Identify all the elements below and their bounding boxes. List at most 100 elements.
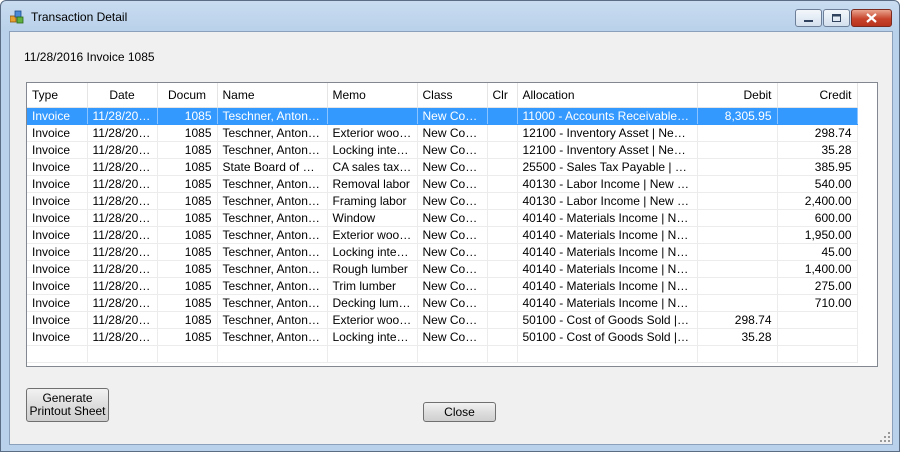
- table-row[interactable]: Invoice 11/28/2016 1085 Teschner, Anton:S..…: [27, 226, 858, 244]
- table-row[interactable]: Invoice 11/28/2016 1085 Teschner, Anton:S..…: [27, 209, 858, 227]
- cell-name: Teschner, Anton:S...: [217, 141, 328, 159]
- cell-allocation: 40140 - Materials Income | New C...: [517, 226, 698, 244]
- cell-date: 11/28/2016: [87, 243, 158, 261]
- cell-class: New Cons...: [417, 209, 488, 227]
- cell-date: 11/28/2016: [87, 192, 158, 210]
- table-row[interactable]: Invoice 11/28/2016 1085 Teschner, Anton:S..…: [27, 260, 858, 278]
- empty-cell: [327, 345, 418, 363]
- table-header-row: Type Date Docum Name Memo Class Clr Allo…: [27, 83, 858, 108]
- table-row[interactable]: Invoice 11/28/2016 1085 Teschner, Anton:S..…: [27, 124, 858, 142]
- maximize-button[interactable]: [823, 9, 850, 27]
- cell-memo: CA sales tax, ...: [327, 158, 418, 176]
- cell-debit: [697, 158, 778, 176]
- cell-credit: 385.95: [777, 158, 858, 176]
- cell-name: Teschner, Anton:S...: [217, 124, 328, 142]
- cell-credit: 1,400.00: [777, 260, 858, 278]
- empty-cell: [417, 345, 488, 363]
- dialog-body: 11/28/2016 Invoice 1085 Type Date Docum …: [9, 31, 893, 445]
- transaction-grid[interactable]: Type Date Docum Name Memo Class Clr Allo…: [26, 82, 878, 367]
- cell-credit: 540.00: [777, 175, 858, 193]
- table-row[interactable]: Invoice 11/28/2016 1085 Teschner, Anton:S..…: [27, 277, 858, 295]
- cell-memo: Exterior wood ...: [327, 311, 418, 329]
- cell-allocation: 40140 - Materials Income | New C...: [517, 277, 698, 295]
- cell-docum: 1085: [157, 124, 218, 142]
- transaction-table: Type Date Docum Name Memo Class Clr Allo…: [27, 83, 858, 363]
- cell-name: Teschner, Anton:S...: [217, 277, 328, 295]
- cell-clr: [487, 192, 518, 210]
- cell-memo: Exterior wood ...: [327, 226, 418, 244]
- cell-debit: [697, 277, 778, 295]
- cell-memo: Locking interio...: [327, 328, 418, 346]
- table-row[interactable]: Invoice 11/28/2016 1085 Teschner, Anton:S..…: [27, 141, 858, 159]
- column-header-type[interactable]: Type: [27, 83, 88, 108]
- cell-docum: 1085: [157, 141, 218, 159]
- column-header-class[interactable]: Class: [417, 83, 488, 108]
- cell-clr: [487, 328, 518, 346]
- cell-class: New Cons...: [417, 141, 488, 159]
- cell-memo: Trim lumber: [327, 277, 418, 295]
- table-row[interactable]: Invoice 11/28/2016 1085 Teschner, Anton:S..…: [27, 243, 858, 261]
- transaction-header: 11/28/2016 Invoice 1085: [24, 50, 155, 64]
- cell-allocation: 12100 - Inventory Asset | New Co...: [517, 141, 698, 159]
- cell-docum: 1085: [157, 277, 218, 295]
- cell-memo: Decking lumber: [327, 294, 418, 312]
- cell-type: Invoice: [27, 260, 88, 278]
- cell-type: Invoice: [27, 226, 88, 244]
- cell-allocation: 40140 - Materials Income | New C...: [517, 260, 698, 278]
- column-header-credit[interactable]: Credit: [777, 83, 858, 108]
- column-header-date[interactable]: Date: [87, 83, 158, 108]
- minimize-button[interactable]: [795, 9, 822, 27]
- cell-clr: [487, 141, 518, 159]
- empty-cell: [487, 345, 518, 363]
- cell-type: Invoice: [27, 141, 88, 159]
- table-row[interactable]: Invoice 11/28/2016 1085 Teschner, Anton:S..…: [27, 192, 858, 210]
- resize-grip-icon[interactable]: [880, 432, 890, 442]
- table-row[interactable]: Invoice 11/28/2016 1085 Teschner, Anton:S..…: [27, 294, 858, 312]
- cell-debit: [697, 243, 778, 261]
- empty-cell: [27, 345, 88, 363]
- table-body: Invoice 11/28/2016 1085 Teschner, Anton:S..…: [27, 107, 858, 363]
- generate-printout-sheet-button[interactable]: Generate Printout Sheet: [26, 388, 109, 422]
- table-row[interactable]: Invoice 11/28/2016 1085 State Board of Eq..…: [27, 158, 858, 176]
- title-bar[interactable]: Transaction Detail: [1, 1, 899, 31]
- cell-clr: [487, 311, 518, 329]
- column-header-clr[interactable]: Clr: [487, 83, 518, 108]
- cell-clr: [487, 260, 518, 278]
- column-header-memo[interactable]: Memo: [327, 83, 418, 108]
- cell-type: Invoice: [27, 328, 88, 346]
- table-row[interactable]: Invoice 11/28/2016 1085 Teschner, Anton:S..…: [27, 328, 858, 346]
- cell-class: New Cons...: [417, 311, 488, 329]
- cell-class: New Cons...: [417, 158, 488, 176]
- cell-clr: [487, 124, 518, 142]
- app-icon: [10, 10, 24, 24]
- cell-allocation: 25500 - Sales Tax Payable | New...: [517, 158, 698, 176]
- table-row[interactable]: Invoice 11/28/2016 1085 Teschner, Anton:S..…: [27, 175, 858, 193]
- cell-class: New Cons...: [417, 192, 488, 210]
- cell-docum: 1085: [157, 260, 218, 278]
- minimize-icon: [804, 20, 813, 22]
- column-header-docum[interactable]: Docum: [157, 83, 218, 108]
- cell-name: Teschner, Anton:S...: [217, 107, 328, 125]
- cell-credit: [777, 328, 858, 346]
- cell-clr: [487, 226, 518, 244]
- cell-credit: 1,950.00: [777, 226, 858, 244]
- cell-allocation: 40140 - Materials Income | New C...: [517, 243, 698, 261]
- column-header-debit[interactable]: Debit: [697, 83, 778, 108]
- table-row[interactable]: Invoice 11/28/2016 1085 Teschner, Anton:S..…: [27, 311, 858, 329]
- column-header-name[interactable]: Name: [217, 83, 328, 108]
- cell-debit: [697, 294, 778, 312]
- cell-type: Invoice: [27, 192, 88, 210]
- cell-date: 11/28/2016: [87, 277, 158, 295]
- cell-allocation: 40140 - Materials Income | New C...: [517, 209, 698, 227]
- column-header-allocation[interactable]: Allocation: [517, 83, 698, 108]
- close-window-button[interactable]: [851, 9, 892, 27]
- cell-allocation: 12100 - Inventory Asset | New Co...: [517, 124, 698, 142]
- cell-debit: [697, 124, 778, 142]
- cell-memo: Exterior wood ...: [327, 124, 418, 142]
- cell-class: New Cons...: [417, 226, 488, 244]
- table-row[interactable]: Invoice 11/28/2016 1085 Teschner, Anton:S..…: [27, 107, 858, 125]
- cell-memo: Locking interio...: [327, 243, 418, 261]
- cell-docum: 1085: [157, 243, 218, 261]
- cell-credit: 275.00: [777, 277, 858, 295]
- close-button[interactable]: Close: [423, 402, 496, 422]
